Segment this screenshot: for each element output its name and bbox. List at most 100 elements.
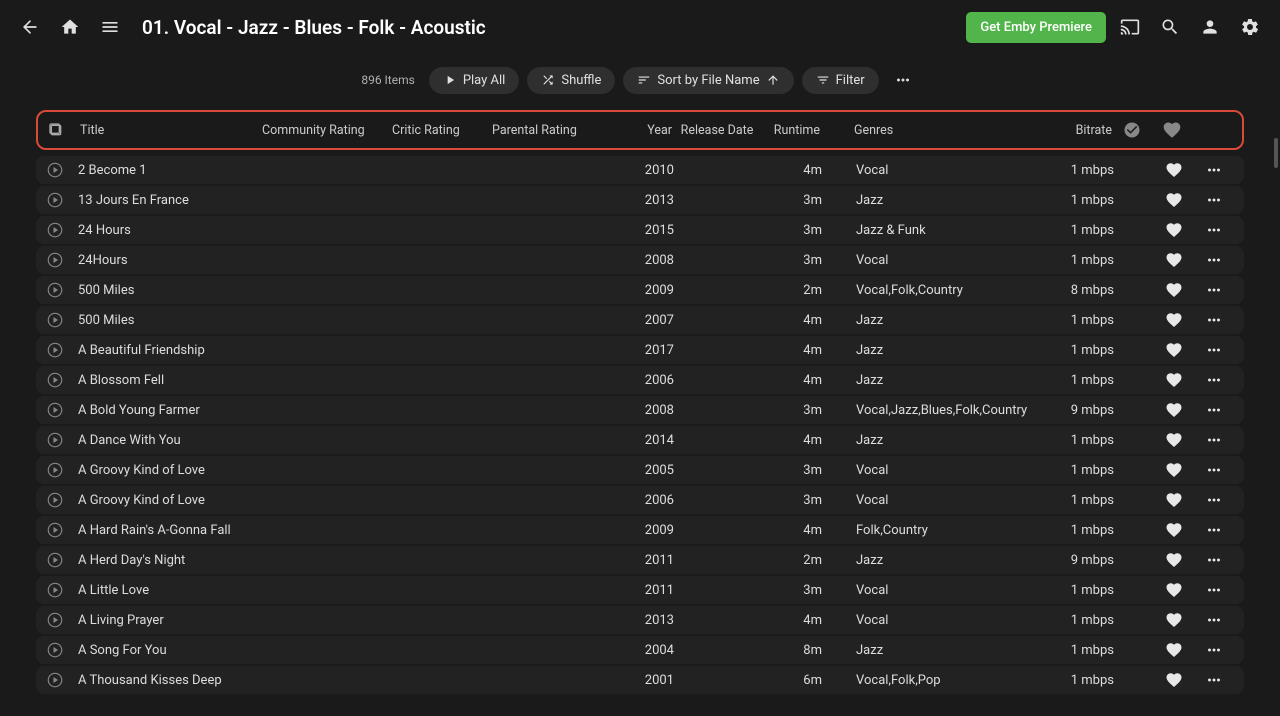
play-track-button[interactable] [46, 491, 74, 509]
track-more-button[interactable] [1194, 461, 1234, 479]
play-track-button[interactable] [46, 281, 74, 299]
track-more-button[interactable] [1194, 191, 1234, 209]
user-button[interactable] [1194, 11, 1226, 43]
search-button[interactable] [1154, 11, 1186, 43]
play-track-button[interactable] [46, 341, 74, 359]
favorite-button[interactable] [1154, 431, 1194, 449]
play-track-button[interactable] [46, 221, 74, 239]
track-row[interactable]: 13 Jours En France20133mJazz1 mbps [36, 186, 1244, 214]
favorite-button[interactable] [1154, 401, 1194, 419]
shuffle-button[interactable]: Shuffle [527, 67, 615, 94]
favorite-button[interactable] [1154, 611, 1194, 629]
track-more-button[interactable] [1194, 671, 1234, 689]
track-row[interactable]: A Blossom Fell20064mJazz1 mbps [36, 366, 1244, 394]
column-parental-rating[interactable]: Parental Rating [492, 123, 612, 138]
column-played[interactable] [1112, 121, 1152, 139]
column-genres[interactable]: Genres [832, 123, 1032, 138]
play-track-button[interactable] [46, 641, 74, 659]
favorite-button[interactable] [1154, 671, 1194, 689]
favorite-button[interactable] [1154, 371, 1194, 389]
play-track-button[interactable] [46, 161, 74, 179]
play-track-button[interactable] [46, 551, 74, 569]
track-more-button[interactable] [1194, 221, 1234, 239]
track-row[interactable]: A Groovy Kind of Love20063mVocal1 mbps [36, 486, 1244, 514]
track-more-button[interactable] [1194, 431, 1234, 449]
filter-button[interactable]: Filter [802, 67, 879, 94]
favorite-button[interactable] [1154, 311, 1194, 329]
play-track-button[interactable] [46, 581, 74, 599]
track-more-button[interactable] [1194, 161, 1234, 179]
play-track-button[interactable] [46, 521, 74, 539]
back-button[interactable] [14, 11, 46, 43]
play-track-button[interactable] [46, 371, 74, 389]
track-genres: Jazz & Funk [834, 223, 1034, 238]
home-button[interactable] [54, 11, 86, 43]
play-track-button[interactable] [46, 401, 74, 419]
track-bitrate: 1 mbps [1034, 583, 1114, 598]
track-more-button[interactable] [1194, 311, 1234, 329]
track-row[interactable]: A Living Prayer20134mVocal1 mbps [36, 606, 1244, 634]
favorite-button[interactable] [1154, 161, 1194, 179]
track-more-button[interactable] [1194, 641, 1234, 659]
favorite-button[interactable] [1154, 251, 1194, 269]
track-more-button[interactable] [1194, 581, 1234, 599]
track-more-button[interactable] [1194, 551, 1234, 569]
scrollbar-thumb[interactable] [1274, 138, 1278, 168]
column-bitrate[interactable]: Bitrate [1032, 123, 1112, 138]
play-track-button[interactable] [46, 251, 74, 269]
favorite-button[interactable] [1154, 341, 1194, 359]
cast-button[interactable] [1114, 11, 1146, 43]
track-row[interactable]: 500 Miles20074mJazz1 mbps [36, 306, 1244, 334]
track-row[interactable]: A Dance With You20144mJazz1 mbps [36, 426, 1244, 454]
sort-button[interactable]: Sort by File Name [623, 67, 793, 94]
track-row[interactable]: A Groovy Kind of Love20053mVocal1 mbps [36, 456, 1244, 484]
track-row[interactable]: 24 Hours20153mJazz & Funk1 mbps [36, 216, 1244, 244]
play-track-button[interactable] [46, 671, 74, 689]
play-track-button[interactable] [46, 431, 74, 449]
track-row[interactable]: A Hard Rain's A-Gonna Fall20094mFolk,Cou… [36, 516, 1244, 544]
track-row[interactable]: A Thousand Kisses Deep20016mVocal,Folk,P… [36, 666, 1244, 694]
menu-button[interactable] [94, 11, 126, 43]
track-more-button[interactable] [1194, 341, 1234, 359]
track-row[interactable]: A Little Love20113mVocal1 mbps [36, 576, 1244, 604]
track-row[interactable]: 500 Miles20092mVocal,Folk,Country8 mbps [36, 276, 1244, 304]
track-more-button[interactable] [1194, 251, 1234, 269]
settings-button[interactable] [1234, 11, 1266, 43]
get-premiere-button[interactable]: Get Emby Premiere [966, 12, 1106, 43]
favorite-button[interactable] [1154, 521, 1194, 539]
track-row[interactable]: A Bold Young Farmer20083mVocal,Jazz,Blue… [36, 396, 1244, 424]
track-row[interactable]: A Beautiful Friendship20174mJazz1 mbps [36, 336, 1244, 364]
column-release-date[interactable]: Release Date [672, 123, 762, 138]
track-row[interactable]: 24Hours20083mVocal1 mbps [36, 246, 1244, 274]
track-more-button[interactable] [1194, 401, 1234, 419]
play-track-button[interactable] [46, 191, 74, 209]
select-all-checkbox[interactable] [48, 122, 76, 138]
track-row[interactable]: A Song For You20048mJazz1 mbps [36, 636, 1244, 664]
play-all-button[interactable]: Play All [429, 67, 520, 94]
track-more-button[interactable] [1194, 371, 1234, 389]
track-row[interactable]: 2 Become 120104mVocal1 mbps [36, 156, 1244, 184]
track-more-button[interactable] [1194, 521, 1234, 539]
column-runtime[interactable]: Runtime [762, 123, 832, 138]
play-track-button[interactable] [46, 611, 74, 629]
favorite-button[interactable] [1154, 191, 1194, 209]
column-year[interactable]: Year [612, 123, 672, 138]
favorite-button[interactable] [1154, 461, 1194, 479]
play-track-button[interactable] [46, 461, 74, 479]
column-favorite[interactable] [1152, 120, 1192, 140]
favorite-button[interactable] [1154, 221, 1194, 239]
favorite-button[interactable] [1154, 551, 1194, 569]
column-title[interactable]: Title [76, 123, 262, 138]
track-row[interactable]: A Herd Day's Night20112mJazz9 mbps [36, 546, 1244, 574]
favorite-button[interactable] [1154, 281, 1194, 299]
favorite-button[interactable] [1154, 491, 1194, 509]
favorite-button[interactable] [1154, 581, 1194, 599]
track-more-button[interactable] [1194, 611, 1234, 629]
play-track-button[interactable] [46, 311, 74, 329]
track-more-button[interactable] [1194, 281, 1234, 299]
column-critic-rating[interactable]: Critic Rating [392, 123, 492, 138]
more-options-button[interactable] [887, 64, 919, 96]
track-more-button[interactable] [1194, 491, 1234, 509]
column-community-rating[interactable]: Community Rating [262, 123, 392, 138]
favorite-button[interactable] [1154, 641, 1194, 659]
